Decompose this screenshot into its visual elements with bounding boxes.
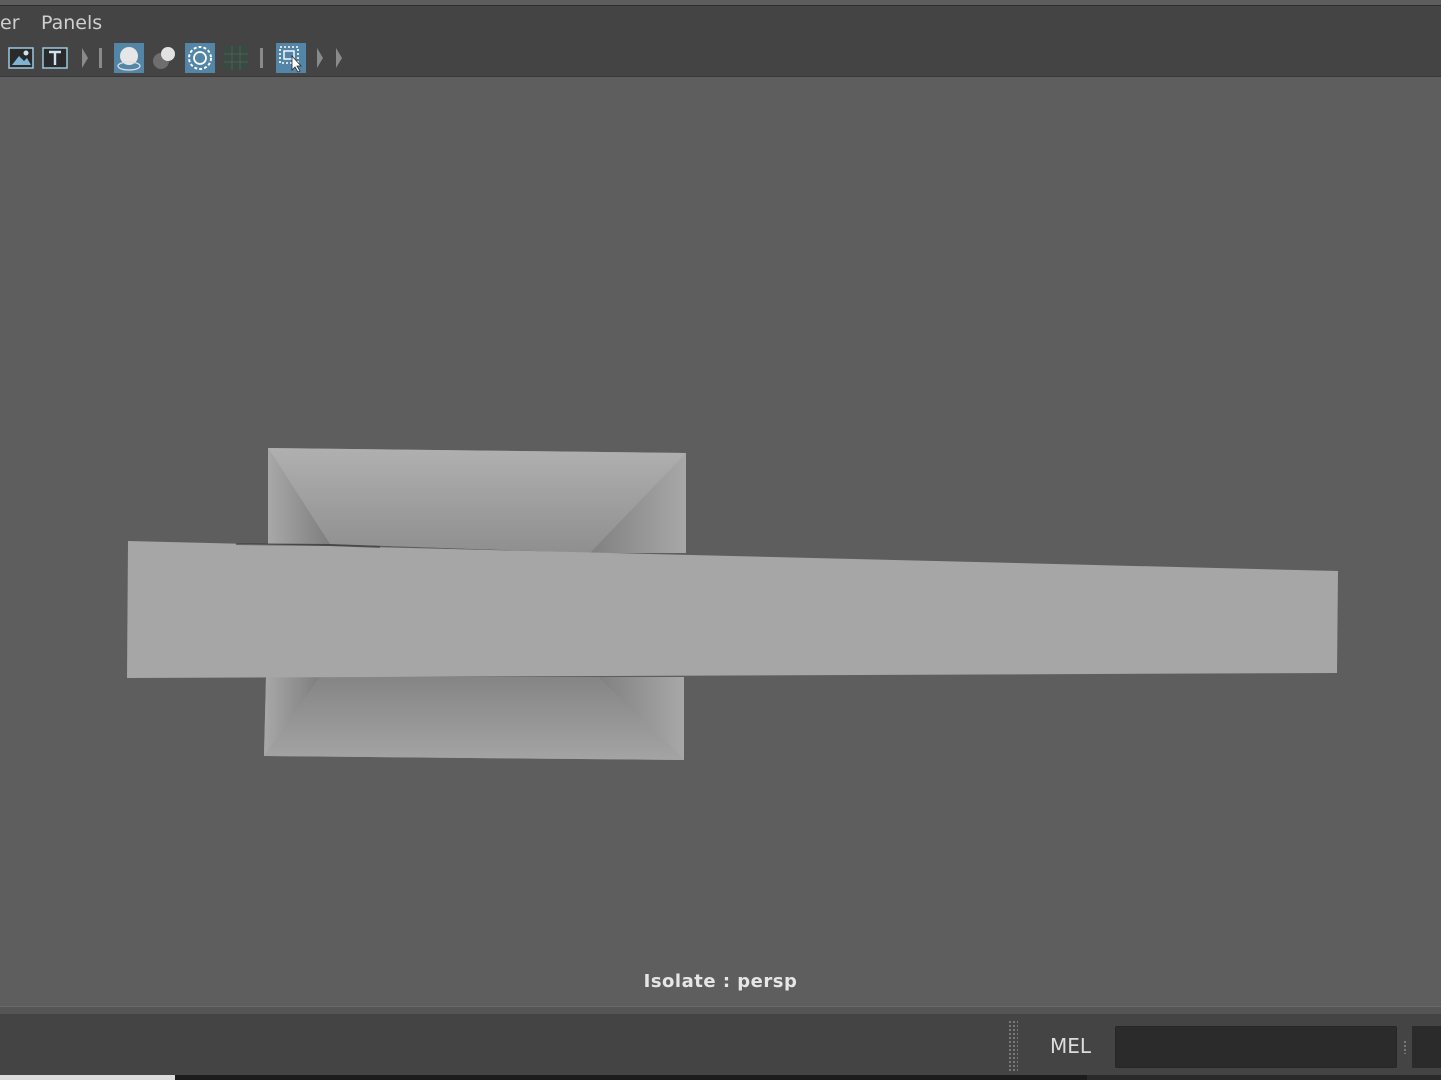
toolbar-separator (80, 44, 90, 72)
taskbar-strip (175, 1075, 1087, 1080)
menu-panels[interactable]: Panels (41, 11, 102, 35)
select-camera-icon (279, 46, 302, 73)
viewport-scene (127, 448, 1338, 760)
panel-toolbar (0, 40, 1441, 77)
wireframe-on-shaded-icon (117, 47, 141, 71)
isolate-hud-label: Isolate : persp (643, 971, 798, 992)
perspective-viewport[interactable]: Isolate : persp (0, 77, 1441, 1006)
command-result-field (1412, 1026, 1441, 1068)
toolbar-separator (315, 44, 325, 72)
panel-divider[interactable] (0, 1006, 1441, 1014)
wireframe-on-shaded-button[interactable] (114, 43, 144, 73)
lever-handle-mesh[interactable] (127, 541, 1338, 678)
text-button[interactable] (40, 43, 70, 73)
taskbar-strip (0, 1075, 175, 1080)
mel-command-input[interactable] (1115, 1026, 1397, 1068)
grid-toggle-button[interactable] (221, 43, 251, 73)
xray-button[interactable] (150, 43, 180, 73)
text-t-icon (42, 47, 68, 69)
isolate-select-button[interactable] (185, 43, 215, 73)
mel-language-toggle[interactable]: MEL (1050, 1034, 1091, 1058)
drag-handle-icon[interactable] (1008, 1020, 1018, 1072)
panel-menubar: er Panels (0, 6, 1441, 40)
image-plane-button[interactable] (6, 43, 36, 73)
isolate-select-icon (188, 46, 212, 70)
command-line-bar: MEL (0, 1014, 1441, 1080)
select-camera-button[interactable] (276, 43, 306, 73)
grid-dark-icon (224, 46, 248, 70)
taskbar-strip (1087, 1075, 1441, 1080)
splitter-handle-icon[interactable] (1403, 1040, 1407, 1054)
toolbar-separator (334, 44, 344, 72)
image-plane-icon (8, 47, 34, 69)
toolbar-separator (257, 44, 267, 72)
toolbar-separator (96, 44, 106, 72)
menu-renderer[interactable]: er (0, 11, 20, 35)
xray-icon (153, 47, 175, 69)
